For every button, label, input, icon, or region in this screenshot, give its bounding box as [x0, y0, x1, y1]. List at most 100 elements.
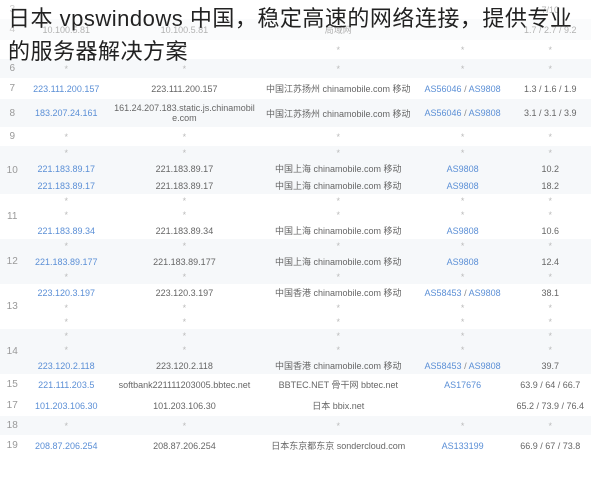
location-cell: 中国上海 chinamobile.com 移动	[261, 160, 416, 177]
table-row: 11 *****	[0, 194, 591, 208]
table-row: 8 183.207.24.161 161.24.207.183.static.j…	[0, 99, 591, 127]
asn-cell: AS9808	[416, 160, 510, 177]
ip-link[interactable]: 223.111.200.157	[33, 84, 99, 94]
location-cell: 中国上海 chinamobile.com 移动	[261, 222, 416, 239]
asn-cell: AS17676	[416, 374, 510, 395]
asn-link[interactable]: AS9808	[447, 226, 479, 236]
asn-link[interactable]: AS9808	[469, 84, 501, 94]
table-subrow: 221.183.89.17 221.183.89.17 中国上海 chinamo…	[0, 177, 591, 194]
asn-cell: AS56046 / AS9808	[416, 78, 510, 99]
ip-cell: 223.111.200.157	[24, 78, 108, 99]
hop-number: 17	[0, 395, 24, 416]
latency: 38.1	[509, 284, 591, 301]
host-cell: softbank221111203005.bbtec.net	[108, 374, 261, 395]
hop-number: 10	[0, 146, 24, 194]
host-cell: 223.111.200.157	[108, 78, 261, 99]
table-subrow: *****	[0, 270, 591, 284]
asn-link[interactable]: AS9808	[469, 288, 501, 298]
ip-link[interactable]: 221.183.89.17	[37, 164, 95, 174]
asn-link[interactable]: AS58453	[425, 288, 462, 298]
latency: 10.2	[509, 160, 591, 177]
table-row: 15 221.111.203.5 softbank221111203005.bb…	[0, 374, 591, 395]
asn-cell: AS56046 / AS9808	[416, 99, 510, 127]
table-row: 13 223.120.3.197 223.120.3.197 中国香港 chin…	[0, 284, 591, 301]
table-subrow: 221.183.89.17 221.183.89.17 中国上海 chinamo…	[0, 160, 591, 177]
host-cell: 223.120.2.118	[108, 357, 261, 374]
table-subrow: *****	[0, 315, 591, 329]
asn-link[interactable]: AS9808	[447, 181, 479, 191]
location-cell: 中国江苏扬州 chinamobile.com 移动	[261, 99, 416, 127]
ip-cell: 223.120.2.118	[24, 357, 108, 374]
asn-link[interactable]: AS133199	[442, 441, 484, 451]
latency: 10.6	[509, 222, 591, 239]
table-row: 17 101.203.106.30 101.203.106.30 日本 bbix…	[0, 395, 591, 416]
ip-link[interactable]: 101.203.106.30	[35, 401, 98, 411]
table-row: 10 *****	[0, 146, 591, 160]
ip-cell: 223.120.3.197	[24, 284, 108, 301]
table-row: 9 *****	[0, 127, 591, 146]
asn-cell: AS9808	[416, 177, 510, 194]
ip-link[interactable]: 183.207.24.161	[35, 108, 98, 118]
host-cell: 208.87.206.254	[108, 435, 261, 456]
asn-cell	[416, 395, 510, 416]
traceroute-table-container: 3 7/10 4 10.100.5.81 10.100.5.81 局域网 1.7…	[0, 0, 591, 456]
ip-link[interactable]: 221.183.89.17	[37, 181, 95, 191]
asn-cell: AS9808	[416, 222, 510, 239]
ip-link[interactable]: 208.87.206.254	[35, 441, 98, 451]
ip-cell: 221.183.89.34	[24, 222, 108, 239]
asn-cell: AS133199	[416, 435, 510, 456]
table-row: 12 *****	[0, 239, 591, 253]
location-cell: 日本东京都东京 sondercloud.com	[261, 435, 416, 456]
table-subrow: 223.120.2.118 223.120.2.118 中国香港 chinamo…	[0, 357, 591, 374]
ip-link[interactable]: 223.120.2.118	[38, 361, 95, 371]
hop-number: 12	[0, 239, 24, 284]
table-subrow: *****	[0, 208, 591, 222]
table-row: 7 223.111.200.157 223.111.200.157 中国江苏扬州…	[0, 78, 591, 99]
asn-link[interactable]: AS56046	[425, 108, 462, 118]
asn-cell: AS58453 / AS9808	[416, 284, 510, 301]
table-subrow: *****	[0, 343, 591, 357]
asn-cell: AS58453 / AS9808	[416, 357, 510, 374]
host-cell: 221.183.89.17	[108, 160, 261, 177]
asn-link[interactable]: AS9808	[469, 108, 501, 118]
latency: 39.7	[509, 357, 591, 374]
asn-link[interactable]: AS56046	[425, 84, 462, 94]
table-row: 14 *****	[0, 329, 591, 343]
ip-cell: 221.183.89.177	[24, 253, 108, 270]
asn-link[interactable]: AS58453	[425, 361, 462, 371]
location-cell: 中国上海 chinamobile.com 移动	[261, 177, 416, 194]
ip-link[interactable]: 223.120.3.197	[37, 288, 95, 298]
asn-link[interactable]: AS9808	[447, 164, 479, 174]
ip-link[interactable]: 221.183.89.34	[37, 226, 95, 236]
ip-link[interactable]: 221.183.89.177	[35, 257, 98, 267]
asn-link[interactable]: AS9808	[469, 361, 501, 371]
table-subrow: 221.183.89.177 221.183.89.177 中国上海 china…	[0, 253, 591, 270]
traceroute-table: 3 7/10 4 10.100.5.81 10.100.5.81 局域网 1.7…	[0, 0, 591, 456]
ip-cell: 101.203.106.30	[24, 395, 108, 416]
table-subrow: 221.183.89.34 221.183.89.34 中国上海 chinamo…	[0, 222, 591, 239]
location-cell: 日本 bbix.net	[261, 395, 416, 416]
asn-link[interactable]: AS17676	[444, 380, 481, 390]
hop-number: 19	[0, 435, 24, 456]
latency: 63.9 / 64 / 66.7	[509, 374, 591, 395]
hop-number: 15	[0, 374, 24, 395]
hop-number: 11	[0, 194, 24, 239]
table-row: 18 *****	[0, 416, 591, 435]
latency: 12.4	[509, 253, 591, 270]
asn-cell: AS9808	[416, 253, 510, 270]
host-cell: 221.183.89.34	[108, 222, 261, 239]
table-subrow: *****	[0, 301, 591, 315]
ip-cell: 183.207.24.161	[24, 99, 108, 127]
hop-number: 14	[0, 329, 24, 374]
ip-link[interactable]: 221.111.203.5	[38, 380, 94, 390]
ip-cell: 221.111.203.5	[24, 374, 108, 395]
host-cell: 161.24.207.183.static.js.chinamobile.com	[108, 99, 261, 127]
hop-number: 9	[0, 127, 24, 146]
hop-number: 7	[0, 78, 24, 99]
table-row: 19 208.87.206.254 208.87.206.254 日本东京都东京…	[0, 435, 591, 456]
location-cell: 中国香港 chinamobile.com 移动	[261, 284, 416, 301]
asn-link[interactable]: AS9808	[447, 257, 479, 267]
hop-number: 8	[0, 99, 24, 127]
location-cell: 中国香港 chinamobile.com 移动	[261, 357, 416, 374]
latency: 3.1 / 3.1 / 3.9	[509, 99, 591, 127]
